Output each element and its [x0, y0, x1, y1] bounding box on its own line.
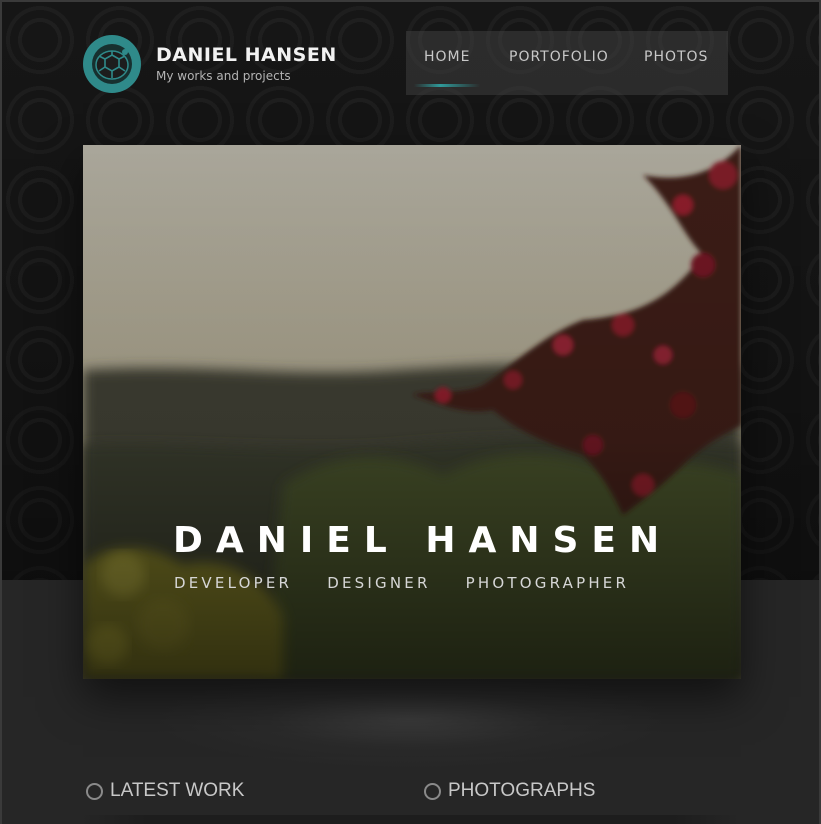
hero-title: DANIEL HANSEN — [173, 520, 673, 561]
brand-tagline: My works and projects — [156, 69, 291, 83]
section-heading-label: LATEST WORK — [110, 780, 245, 801]
nav-item-portfolio[interactable]: PORTOFOLIO — [509, 49, 609, 65]
circle-icon — [86, 782, 103, 800]
section-heading-latest-work: LATEST WORK — [86, 780, 244, 802]
turtle-shell-logo-icon[interactable] — [83, 35, 141, 93]
hero-role-designer: DESIGNER — [327, 574, 431, 592]
section-heading-label: PHOTOGRAPHS — [448, 780, 596, 801]
hero-photo — [83, 145, 741, 679]
circle-icon — [424, 782, 441, 800]
section-heading-photographs: PHOTOGRAPHS — [424, 780, 595, 802]
content-divider — [80, 815, 740, 824]
hero-banner: DANIEL HANSEN DEVELOPER DESIGNER PHOTOGR… — [83, 145, 741, 679]
nav-item-photos[interactable]: PHOTOS — [644, 49, 708, 65]
nav-item-home[interactable]: HOME — [424, 49, 470, 65]
nav-active-indicator — [414, 84, 480, 87]
hero-roles: DEVELOPER DESIGNER PHOTOGRAPHER — [174, 573, 659, 592]
brand-name[interactable]: DANIEL HANSEN — [156, 44, 337, 66]
hero-role-photographer: PHOTOGRAPHER — [465, 574, 630, 592]
hero-role-developer: DEVELOPER — [174, 574, 293, 592]
